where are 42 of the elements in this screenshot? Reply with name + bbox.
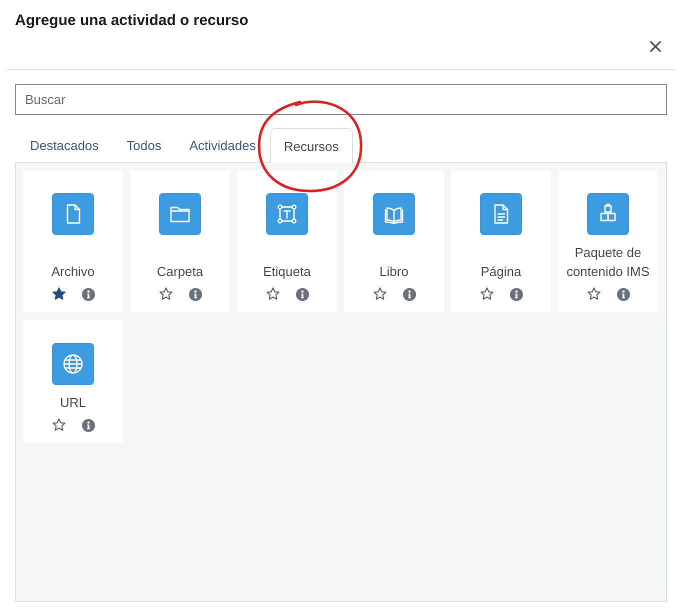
tab[interactable]: Destacados — [16, 128, 113, 162]
activity-label: URL — [60, 394, 86, 412]
activity-card[interactable]: Archivo — [23, 170, 123, 312]
dialog-title: Agregue una actividad o recurso — [15, 11, 250, 30]
tab[interactable]: Actividades — [175, 128, 270, 162]
activity-label: Paquete de contenido IMS — [565, 244, 651, 281]
document-icon — [480, 193, 522, 235]
activity-label: Carpeta — [156, 263, 204, 281]
close-icon[interactable] — [650, 41, 661, 52]
info-icon[interactable] — [296, 288, 308, 300]
info-icon[interactable] — [82, 418, 94, 432]
activity-label: Archivo — [51, 263, 95, 281]
activity-card[interactable]: URL — [23, 320, 123, 443]
activity-card[interactable]: Libro — [344, 170, 444, 312]
text-frame-icon — [266, 193, 308, 235]
info-icon[interactable] — [616, 288, 630, 300]
activity-label: Etiqueta — [263, 263, 311, 281]
activity-card[interactable]: Página — [451, 170, 551, 312]
star-icon[interactable] — [480, 287, 494, 301]
star-icon[interactable] — [266, 287, 280, 301]
star-icon[interactable] — [52, 287, 66, 301]
info-icon[interactable] — [82, 288, 94, 300]
star-icon[interactable] — [52, 418, 66, 432]
globe-icon — [52, 343, 94, 385]
activity-card[interactable]: Paquete de contenido IMS — [558, 170, 658, 312]
activity-card[interactable]: Carpeta — [130, 170, 230, 312]
file-icon — [52, 193, 94, 235]
activity-card[interactable]: Etiqueta — [237, 170, 337, 312]
boxes-icon — [587, 193, 629, 235]
activity-label: Libro — [380, 263, 408, 281]
book-icon — [373, 193, 415, 235]
folder-icon — [159, 193, 201, 235]
star-icon[interactable] — [586, 287, 600, 301]
info-icon[interactable] — [188, 288, 202, 300]
search-field[interactable]: Buscar — [15, 84, 667, 115]
info-icon[interactable] — [402, 288, 416, 300]
star-icon[interactable] — [372, 287, 386, 301]
info-icon[interactable] — [510, 288, 522, 300]
tab[interactable]: Recursos — [270, 128, 353, 163]
tab[interactable]: Todos — [112, 128, 176, 162]
star-icon[interactable] — [158, 287, 172, 301]
activity-label: Página — [480, 263, 522, 281]
